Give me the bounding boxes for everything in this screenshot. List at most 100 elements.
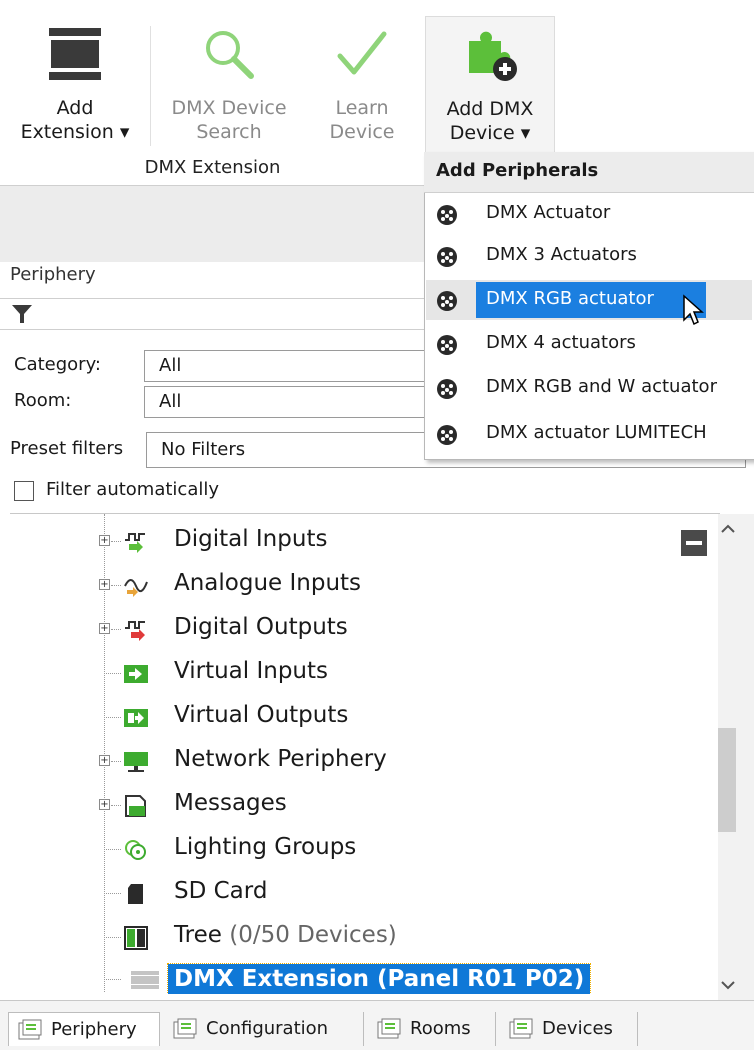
tab-label: Configuration bbox=[206, 1018, 329, 1039]
network-icon bbox=[124, 752, 148, 772]
dmx-device-search-label-1: DMX Device bbox=[171, 97, 287, 119]
menu-item-dmx-rgb-w-actuator[interactable]: DMX RGB and W actuator bbox=[426, 368, 752, 408]
filter-icon[interactable] bbox=[12, 305, 32, 323]
tree-item-tree[interactable]: Tree (0/50 Devices) bbox=[0, 916, 720, 960]
tree-item-label: Analogue Inputs bbox=[174, 570, 362, 596]
tree-item-label: Network Periphery bbox=[174, 746, 387, 772]
minus-icon bbox=[686, 541, 702, 545]
tree-item-network-periphery[interactable]: + Network Periphery bbox=[0, 740, 720, 784]
tab-page-icon bbox=[509, 1018, 533, 1039]
tab-devices[interactable]: Devices bbox=[500, 1012, 638, 1046]
tab-label: Rooms bbox=[410, 1018, 471, 1039]
tree-item-virtual-outputs[interactable]: Virtual Outputs bbox=[0, 696, 720, 740]
expand-toggle[interactable]: + bbox=[99, 623, 110, 634]
menu-title: Add Peripherals bbox=[436, 160, 599, 181]
messages-icon bbox=[125, 795, 146, 817]
tree-item-lighting-groups[interactable]: Lighting Groups bbox=[0, 828, 720, 872]
menu-item-label: DMX RGB actuator bbox=[486, 288, 654, 309]
expand-toggle[interactable]: + bbox=[99, 755, 110, 766]
panel-title: Periphery bbox=[10, 264, 96, 285]
tab-periphery[interactable]: Periphery bbox=[8, 1012, 160, 1046]
category-label: Category: bbox=[14, 354, 101, 375]
sd-card-icon bbox=[128, 884, 143, 904]
dmx-connector-icon bbox=[437, 291, 457, 311]
room-select[interactable]: All bbox=[144, 386, 434, 418]
virtual-inputs-icon bbox=[124, 665, 148, 683]
tab-rooms[interactable]: Rooms bbox=[368, 1012, 496, 1046]
ribbon-separator bbox=[150, 26, 151, 146]
preset-value: No Filters bbox=[161, 439, 246, 460]
scroll-down-icon[interactable] bbox=[720, 980, 736, 992]
add-dmx-device-label-2: Device ▾ bbox=[449, 122, 531, 144]
tab-configuration[interactable]: Configuration bbox=[164, 1012, 364, 1046]
periphery-tree[interactable]: + Digital Inputs + Analogue Inputs + Dig… bbox=[0, 514, 720, 994]
collapse-all-button[interactable] bbox=[681, 530, 707, 556]
menu-item-dmx-rgb-actuator[interactable]: DMX RGB actuator bbox=[426, 280, 752, 326]
search-icon bbox=[206, 31, 254, 79]
tree-item-sd-card[interactable]: SD Card bbox=[0, 872, 720, 916]
tree-item-messages[interactable]: + Messages bbox=[0, 784, 720, 828]
learn-device-label-2: Device bbox=[329, 121, 395, 143]
digital-outputs-icon bbox=[125, 621, 145, 641]
dmx-device-search-label-2: Search bbox=[196, 121, 262, 143]
tree-item-dmx-extension[interactable]: DMX Extension (Panel R01 P02) bbox=[0, 958, 720, 994]
tree-connector bbox=[106, 849, 121, 850]
tab-page-icon bbox=[377, 1018, 401, 1039]
tree-item-label: Virtual Inputs bbox=[174, 658, 329, 684]
check-icon bbox=[337, 31, 387, 75]
lighting-groups-icon bbox=[125, 840, 146, 860]
category-value: All bbox=[159, 355, 182, 376]
tree-connector bbox=[106, 893, 121, 894]
tree-item-digital-outputs[interactable]: + Digital Outputs bbox=[0, 608, 720, 652]
tree-connector bbox=[106, 979, 121, 980]
tree-item-label: Messages bbox=[174, 790, 287, 816]
add-extension-label-1: Add bbox=[56, 97, 94, 119]
scroll-thumb[interactable] bbox=[718, 728, 736, 832]
dmx-device-search-button[interactable]: DMX Device Search bbox=[160, 16, 298, 151]
analogue-inputs-icon bbox=[124, 579, 148, 597]
filter-automatically-checkbox[interactable] bbox=[14, 481, 34, 501]
tree-item-digital-inputs[interactable]: + Digital Inputs bbox=[0, 520, 720, 564]
dmx-connector-icon bbox=[437, 379, 457, 399]
ribbon-group-label: DMX Extension bbox=[144, 157, 281, 178]
virtual-outputs-icon bbox=[124, 709, 148, 727]
tree-item-virtual-inputs[interactable]: Virtual Inputs bbox=[0, 652, 720, 696]
menu-item-dmx-4-actuators[interactable]: DMX 4 actuators bbox=[426, 324, 752, 364]
add-extension-button[interactable]: Add Extension ▾ bbox=[20, 16, 130, 151]
learn-device-button[interactable]: Learn Device bbox=[310, 16, 414, 151]
add-dmx-device-label-1: Add DMX bbox=[446, 98, 534, 120]
tab-page-icon bbox=[173, 1018, 197, 1039]
category-select[interactable]: All bbox=[144, 350, 434, 382]
dmx-connector-icon bbox=[437, 205, 457, 225]
expand-toggle[interactable]: + bbox=[99, 535, 110, 546]
dmx-extension-icon bbox=[131, 971, 159, 989]
menu-item-dmx-actuator[interactable]: DMX Actuator bbox=[426, 194, 752, 234]
tree-connector bbox=[106, 717, 121, 718]
tree-item-label: Virtual Outputs bbox=[174, 702, 349, 728]
tab-label: Periphery bbox=[51, 1019, 137, 1040]
preset-label: Preset filters bbox=[10, 438, 124, 459]
mouse-cursor-icon bbox=[683, 294, 704, 326]
tree-connector bbox=[106, 673, 121, 674]
tree-connector bbox=[111, 585, 121, 586]
menu-item-label: DMX Actuator bbox=[486, 202, 611, 223]
tree-connector bbox=[111, 541, 121, 542]
tree-item-label-selected: DMX Extension (Panel R01 P02) bbox=[166, 963, 592, 994]
room-label: Room: bbox=[14, 390, 72, 411]
expand-toggle[interactable]: + bbox=[99, 579, 110, 590]
tree-item-label: SD Card bbox=[174, 878, 268, 904]
tree-item-analogue-inputs[interactable]: + Analogue Inputs bbox=[0, 564, 720, 608]
scroll-up-icon[interactable] bbox=[720, 522, 736, 534]
dmx-connector-icon bbox=[437, 335, 457, 355]
filter-automatically-label: Filter automatically bbox=[46, 479, 220, 500]
tab-page-icon bbox=[18, 1019, 42, 1040]
menu-item-dmx-actuator-lumitech[interactable]: DMX actuator LUMITECH bbox=[426, 414, 752, 454]
add-extension-label-2: Extension ▾ bbox=[20, 121, 130, 143]
menu-item-dmx-3-actuators[interactable]: DMX 3 Actuators bbox=[426, 236, 752, 276]
menu-item-label: DMX 4 actuators bbox=[486, 332, 636, 353]
tree-item-label: Digital Inputs bbox=[174, 526, 328, 552]
add-dmx-device-button[interactable]: Add DMX Device ▾ bbox=[425, 16, 555, 153]
tree-connector bbox=[106, 937, 121, 938]
menu-item-label: DMX actuator LUMITECH bbox=[486, 422, 707, 443]
expand-toggle[interactable]: + bbox=[99, 799, 110, 810]
